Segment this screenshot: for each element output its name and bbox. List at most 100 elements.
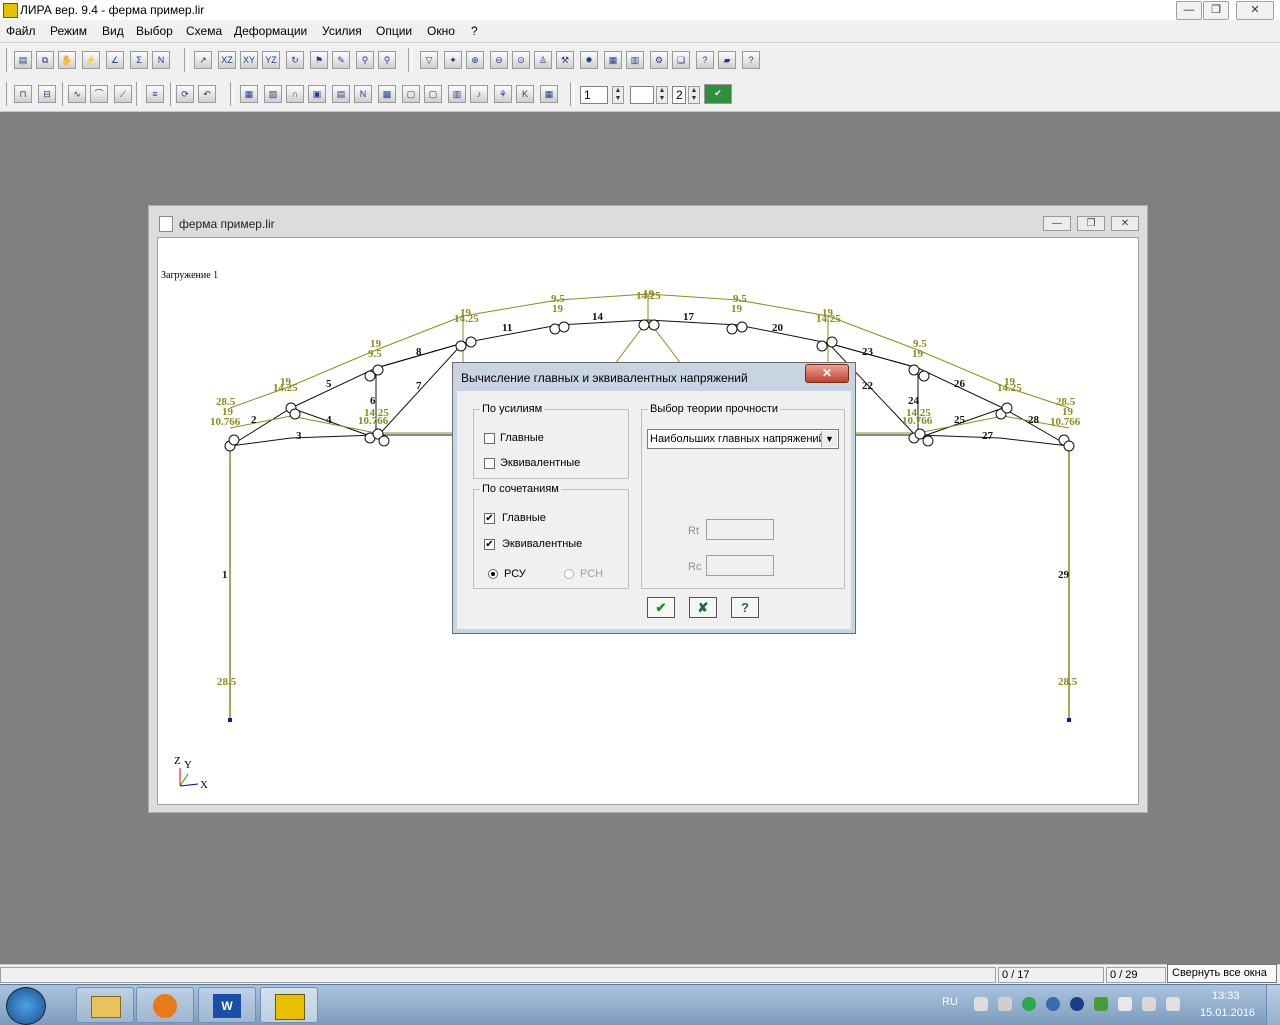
copy-scheme-icon[interactable]: ⧉ xyxy=(36,51,54,69)
frame-icon[interactable]: ⊓ xyxy=(14,85,32,103)
menu-mode[interactable]: Режим xyxy=(50,24,87,38)
network-icon[interactable] xyxy=(1142,997,1156,1011)
docs-icon[interactable]: ❏ xyxy=(672,51,690,69)
rsu-radio[interactable] xyxy=(488,569,498,579)
doc-minimize-button[interactable]: — xyxy=(1043,216,1071,231)
load-number-input[interactable]: 1 xyxy=(580,86,608,104)
group-by-forces-title: По усилиям xyxy=(482,403,543,415)
tray-icon-4[interactable] xyxy=(1046,997,1060,1011)
menu-forces[interactable]: Усилия xyxy=(322,24,362,38)
clock-time[interactable]: 13:33 xyxy=(1212,990,1240,1002)
ok-button[interactable]: ✔ xyxy=(647,597,675,618)
rt-label: Rt xyxy=(688,525,699,537)
show-desktop-button[interactable] xyxy=(1266,985,1280,1025)
yz-projection-icon[interactable]: YZ xyxy=(262,51,280,69)
doc-close-button[interactable]: ✕ xyxy=(1111,216,1139,231)
help-button[interactable]: ? xyxy=(731,597,759,618)
query-icon[interactable]: ? xyxy=(696,51,714,69)
chevron-down-icon[interactable]: ▼ xyxy=(821,431,837,447)
menu-file[interactable]: Файл xyxy=(6,24,36,38)
volume-icon[interactable] xyxy=(1166,997,1180,1011)
table-icon[interactable]: ▥ xyxy=(626,51,644,69)
zoom-in-icon[interactable]: ⚲ xyxy=(356,51,374,69)
menu-deformations[interactable]: Деформации xyxy=(234,24,307,38)
blocks-icon[interactable]: ▣ xyxy=(308,85,326,103)
spin-3-spinner[interactable]: ▲ ▼ xyxy=(688,86,700,104)
tray-icon-6[interactable] xyxy=(1094,997,1108,1011)
hand-tool-icon[interactable]: ✋ xyxy=(58,51,76,69)
taskbar-word[interactable]: W xyxy=(198,987,256,1023)
taskbar-media[interactable] xyxy=(136,987,194,1023)
spin-3-input[interactable]: 2 xyxy=(672,86,686,104)
frame-2-icon[interactable]: ⊟ xyxy=(38,85,56,103)
rotate-icon[interactable]: ↻ xyxy=(286,51,304,69)
book-icon[interactable]: ▰ xyxy=(718,51,736,69)
taskbar-explorer[interactable] xyxy=(76,987,134,1023)
axes-projection-icon[interactable]: ↗ xyxy=(194,51,212,69)
close-button[interactable]: ✕ xyxy=(1236,1,1274,20)
menu-window[interactable]: Окно xyxy=(427,24,455,38)
tray-icon-1[interactable] xyxy=(974,997,988,1011)
zoom-out-icon[interactable]: ⚲ xyxy=(378,51,396,69)
start-button[interactable] xyxy=(6,987,46,1025)
menu-options[interactable]: Опции xyxy=(376,24,412,38)
forces-main-checkbox[interactable] xyxy=(484,433,495,444)
zoom-prev-icon[interactable]: ⊖ xyxy=(490,51,508,69)
help-icon[interactable]: ? xyxy=(742,51,760,69)
numbering-icon[interactable]: N xyxy=(354,85,372,103)
settings-icon[interactable]: ⚙ xyxy=(650,51,668,69)
load-4-icon[interactable]: N xyxy=(152,51,170,69)
tray-icon-5[interactable] xyxy=(1070,997,1084,1011)
numbers-icon[interactable]: ▩ xyxy=(378,85,396,103)
minimize-button[interactable]: — xyxy=(1176,1,1202,20)
xz-projection-icon[interactable]: XZ xyxy=(218,51,236,69)
load-icon[interactable]: ⚡ xyxy=(82,51,100,69)
spin-2-input[interactable] xyxy=(630,86,654,104)
element-number: 7 xyxy=(416,380,422,392)
mesh-icon[interactable]: ▧ xyxy=(264,85,282,103)
maximize-button[interactable]: ❐ xyxy=(1203,1,1229,20)
pencil-icon[interactable]: ✎ xyxy=(332,51,350,69)
forces-equiv-checkbox[interactable] xyxy=(484,458,495,469)
menu-select[interactable]: Выбор xyxy=(136,24,173,38)
combos-main-checkbox[interactable]: ✔ xyxy=(484,513,495,524)
menu-view[interactable]: Вид xyxy=(102,24,124,38)
color-grid-icon[interactable]: ▦ xyxy=(540,85,558,103)
blocks-2-icon[interactable]: ▤ xyxy=(332,85,350,103)
apply-check-icon[interactable]: ✔ xyxy=(704,84,732,104)
menu-help[interactable]: ? xyxy=(471,24,478,38)
cancel-button[interactable]: ✘ xyxy=(689,597,717,618)
taskbar-lira[interactable] xyxy=(260,987,318,1023)
combos-equiv-checkbox[interactable]: ✔ xyxy=(484,539,495,550)
strength-theory-select[interactable]: Наибольших главных напряжений ▼ xyxy=(647,429,839,449)
doc-maximize-button[interactable]: ❐ xyxy=(1077,216,1105,231)
clock-date[interactable]: 15.01.2016 xyxy=(1200,1007,1255,1019)
open-file-icon[interactable]: ▤ xyxy=(14,51,32,69)
load-2-icon[interactable]: ∠ xyxy=(106,51,124,69)
grid-icon[interactable]: ▦ xyxy=(240,85,258,103)
flag-icon[interactable]: ⚑ xyxy=(310,51,328,69)
filter-icon[interactable]: ▽ xyxy=(420,51,438,69)
arch-icon[interactable]: ∩ xyxy=(286,85,304,103)
menu-scheme[interactable]: Схема xyxy=(186,24,222,38)
dialog-close-button[interactable]: ✕ xyxy=(805,364,849,383)
xy-projection-icon[interactable]: XY xyxy=(240,51,258,69)
deform-icon[interactable]: ∿ xyxy=(68,85,86,103)
zoom-window-icon[interactable]: ⊕ xyxy=(466,51,484,69)
language-indicator[interactable]: RU xyxy=(942,996,958,1008)
layers-icon[interactable]: ▦ xyxy=(604,51,622,69)
spin-2-spinner[interactable]: ▲ ▼ xyxy=(656,86,668,104)
undo-icon[interactable]: ↶ xyxy=(198,85,216,103)
flag-icon[interactable] xyxy=(1118,997,1132,1011)
brush-icon[interactable]: ⚒ xyxy=(556,51,574,69)
tray-icon-3[interactable] xyxy=(1022,997,1036,1011)
refresh-icon[interactable]: ⟳ xyxy=(176,85,194,103)
select-nodes-icon[interactable]: ✦ xyxy=(444,51,462,69)
tray-icon-2[interactable] xyxy=(998,997,1012,1011)
star-icon[interactable]: ✸ xyxy=(580,51,598,69)
load-3-icon[interactable]: Σ xyxy=(130,51,148,69)
bottle-icon[interactable]: ♙ xyxy=(534,51,552,69)
zoom-all-icon[interactable]: ⊙ xyxy=(512,51,530,69)
diagram-icon[interactable]: ≡ xyxy=(146,85,164,103)
load-number-spinner[interactable]: ▲ ▼ xyxy=(612,86,624,104)
